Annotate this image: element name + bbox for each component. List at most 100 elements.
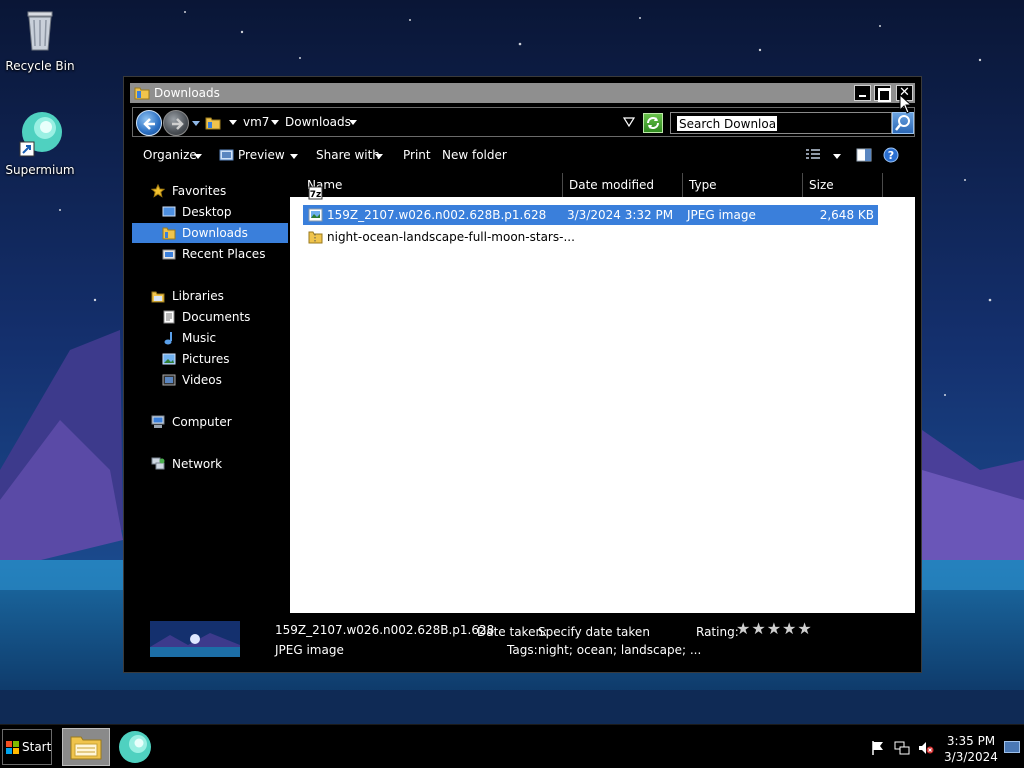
breadcrumb-dropdown[interactable] <box>229 120 237 125</box>
refresh-button[interactable] <box>643 113 663 133</box>
file-name: 159Z_2107.w026.n002.628B.p1.628 <box>327 208 547 222</box>
nav-label: Downloads <box>182 226 248 240</box>
recent-places-icon <box>162 249 176 260</box>
rating-star-icon[interactable]: ★ <box>751 619 765 638</box>
desktop-icon <box>162 206 176 217</box>
nav-recent-places[interactable]: Recent Places <box>132 244 288 264</box>
breadcrumb-vm7[interactable]: vm7 <box>243 115 269 129</box>
nav-music[interactable]: Music <box>132 328 288 348</box>
downloads-folder-icon <box>162 227 176 240</box>
maximize-button[interactable] <box>874 85 891 102</box>
nav-libraries[interactable]: Libraries <box>132 286 288 306</box>
system-clock[interactable]: 3:35 PM 3/3/2024 <box>942 733 1000 765</box>
jpeg-image-icon <box>308 208 323 222</box>
network-tray-icon[interactable] <box>894 740 910 756</box>
details-tags-value[interactable]: night; ocean; landscape; ... <box>538 643 701 657</box>
view-details-icon[interactable] <box>805 148 821 162</box>
file-row[interactable]: 159Z_2107.w026.n002.628B.p1.628 3/3/2024 … <box>303 205 878 225</box>
preview-pane-icon[interactable] <box>856 148 872 162</box>
taskbar: Start 3:35 PM 3/3/2024 <box>0 724 1024 768</box>
libraries-icon <box>151 291 165 303</box>
details-filetype: JPEG image <box>275 643 344 657</box>
explorer-window[interactable]: Downloads ✕ vm7 Downloads Search Downloa… <box>123 76 922 673</box>
view-dropdown[interactable] <box>833 154 841 159</box>
new-folder-button[interactable]: New folder <box>442 148 507 162</box>
search-input[interactable] <box>677 116 777 131</box>
taskbar-supermium-button[interactable] <box>117 729 153 765</box>
search-button[interactable] <box>892 112 914 134</box>
file-date: 3/3/2024 3:32 PM <box>567 208 674 222</box>
preview-button[interactable]: Preview <box>238 148 285 162</box>
rating-stars[interactable]: ★★★★★ <box>736 619 813 638</box>
nav-desktop[interactable]: Desktop <box>132 202 288 222</box>
nav-favorites[interactable]: Favorites <box>132 181 288 201</box>
recycle-bin-icon <box>27 11 53 51</box>
nav-label: Computer <box>172 415 232 429</box>
address-bar: vm7 Downloads <box>132 107 915 137</box>
history-dropdown[interactable] <box>192 121 200 126</box>
command-bar: Organize Preview Share with Print New fo… <box>132 143 915 167</box>
taskbar-explorer-button[interactable] <box>62 728 110 766</box>
breadcrumb-dropdown[interactable] <box>349 120 357 125</box>
file-size: 2,648 KB <box>819 208 874 222</box>
desktop-icon-recycle-bin[interactable]: Recycle Bin <box>0 6 80 73</box>
forward-arrow-icon <box>172 118 184 130</box>
organize-button[interactable]: Organize <box>143 148 197 162</box>
details-filename: 159Z_2107.w026.n002.628B.p1.628 <box>275 623 495 637</box>
nav-network[interactable]: Network <box>132 454 288 474</box>
rating-star-icon[interactable]: ★ <box>736 619 750 638</box>
details-tags-label: Tags: <box>507 643 538 657</box>
file-name: 7z2401-x64 <box>327 186 399 200</box>
preview-dropdown-icon <box>290 154 298 159</box>
minimize-button[interactable] <box>854 85 871 101</box>
search-icon <box>895 115 910 131</box>
supermium-icon <box>119 731 151 763</box>
nav-label: Documents <box>182 310 251 324</box>
start-button[interactable]: Start <box>2 729 52 765</box>
organize-dropdown-icon <box>194 154 202 159</box>
svg-text:?: ? <box>888 149 894 162</box>
navigation-pane: Favorites Desktop Downloads Recent Place… <box>132 173 290 613</box>
rating-star-icon[interactable]: ★ <box>782 619 796 638</box>
volume-muted-icon[interactable] <box>918 740 934 756</box>
help-icon[interactable]: ? <box>883 147 899 163</box>
windows-logo-icon <box>6 741 19 754</box>
forward-button[interactable] <box>163 110 189 136</box>
mouse-cursor-icon <box>899 94 913 114</box>
desktop-icon-label: Supermium <box>5 163 75 177</box>
window-title: Downloads <box>154 86 220 100</box>
window-titlebar[interactable]: Downloads ✕ <box>130 83 915 103</box>
image-thumbnail <box>150 621 240 657</box>
nav-label: Music <box>182 331 217 345</box>
refresh-icon <box>647 117 659 129</box>
documents-icon <box>163 310 175 324</box>
details-date-taken-value[interactable]: Specify date taken <box>538 625 650 639</box>
nav-documents[interactable]: Documents <box>132 307 288 327</box>
folder-icon <box>134 87 150 100</box>
nav-computer[interactable]: Computer <box>132 412 288 432</box>
computer-icon <box>151 415 165 428</box>
breadcrumb-downloads[interactable]: Downloads <box>285 115 351 129</box>
nav-label: Libraries <box>172 289 224 303</box>
nav-videos[interactable]: Videos <box>132 370 288 390</box>
nav-pictures[interactable]: Pictures <box>132 349 288 369</box>
nav-label: Network <box>172 457 223 471</box>
nav-downloads[interactable]: Downloads <box>132 223 288 243</box>
star-icon <box>151 184 165 198</box>
file-row[interactable]: 7z 7z2401-x64 <box>303 183 878 203</box>
file-type: JPEG image <box>687 208 756 222</box>
file-row[interactable]: night-ocean-landscape-full-moon-stars-..… <box>303 227 878 247</box>
back-button[interactable] <box>136 110 162 136</box>
svg-text:7z: 7z <box>310 190 322 200</box>
print-button[interactable]: Print <box>403 148 431 162</box>
breadcrumb-dropdown[interactable] <box>271 120 279 125</box>
rating-star-icon[interactable]: ★ <box>797 619 811 638</box>
address-history-icon[interactable] <box>623 117 635 127</box>
file-list[interactable]: Name Date modified Type Size 7z 7z2401-x6… <box>290 173 915 613</box>
pictures-icon <box>162 353 176 365</box>
share-with-button[interactable]: Share with <box>316 148 380 162</box>
show-desktop-button[interactable] <box>1004 741 1020 753</box>
rating-star-icon[interactable]: ★ <box>767 619 781 638</box>
desktop-icon-supermium[interactable]: Supermium <box>0 110 80 177</box>
action-center-flag-icon[interactable] <box>870 740 886 756</box>
